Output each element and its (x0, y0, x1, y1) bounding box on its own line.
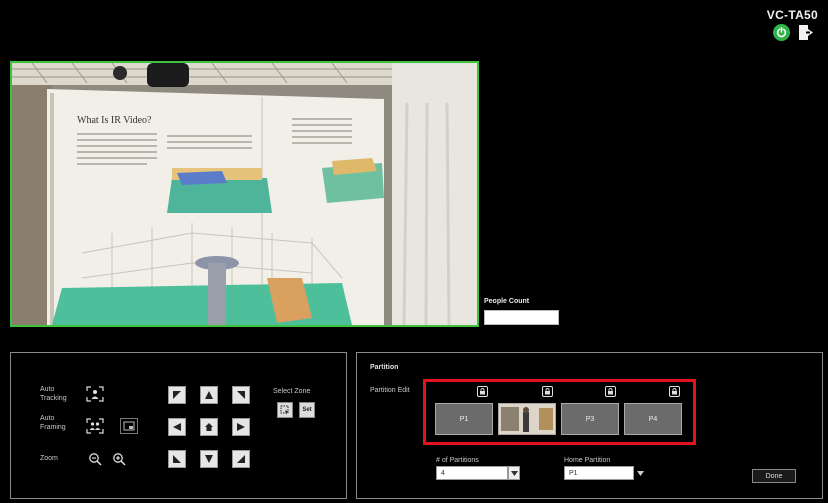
camera-video-feed: What Is IR Video? (10, 61, 479, 327)
home-button[interactable] (200, 418, 218, 436)
camera-scene-image: What Is IR Video? (12, 63, 477, 325)
auto-framing-label: Auto Framing (40, 415, 66, 431)
partition-tile[interactable]: P4 (624, 403, 682, 435)
select-zone-label: Select Zone (273, 388, 311, 395)
model-name: VC-TA50 (766, 8, 818, 22)
pan-right-button[interactable] (232, 418, 250, 436)
exit-icon[interactable] (798, 24, 814, 41)
pan-down-left-button[interactable] (168, 450, 186, 468)
partition-title: Partition (370, 364, 399, 371)
auto-tracking-label: Auto Tracking (40, 386, 67, 402)
partition-lock-icon[interactable] (605, 386, 616, 397)
zone-select-icon[interactable] (277, 402, 293, 418)
partition-lock-icon[interactable] (669, 386, 680, 397)
partition-tile[interactable] (498, 403, 556, 435)
framing-window-icon[interactable] (120, 418, 138, 434)
done-button[interactable]: Done (752, 469, 796, 483)
auto-framing-icon[interactable] (86, 418, 104, 434)
pan-left-button[interactable] (168, 418, 186, 436)
home-partition-label: Home Partition (564, 457, 611, 464)
partition-tile[interactable]: P1 (435, 403, 493, 435)
num-partitions-label: # of Partitions (436, 457, 479, 464)
partition-thumbnail-image (499, 404, 555, 434)
partition-tile[interactable]: P3 (561, 403, 619, 435)
power-icon[interactable] (773, 24, 790, 41)
svg-text:What Is IR Video?: What Is IR Video? (77, 115, 152, 126)
pan-down-right-button[interactable] (232, 450, 250, 468)
num-partitions-select[interactable]: 4 (436, 466, 508, 480)
chevron-down-icon[interactable] (508, 466, 520, 480)
people-count-field (484, 310, 559, 325)
pan-up-right-button[interactable] (232, 386, 250, 404)
people-count-label: People Count (484, 298, 530, 305)
tilt-up-button[interactable] (200, 386, 218, 404)
tilt-down-button[interactable] (200, 450, 218, 468)
zone-set-button[interactable]: Set (299, 402, 315, 418)
zoom-in-icon[interactable] (112, 452, 126, 466)
partition-lock-icon[interactable] (477, 386, 488, 397)
home-partition-select[interactable]: P1 (564, 466, 634, 480)
pan-up-left-button[interactable] (168, 386, 186, 404)
auto-tracking-icon[interactable] (86, 386, 104, 402)
partition-lock-icon[interactable] (542, 386, 553, 397)
zoom-label: Zoom (40, 455, 58, 462)
chevron-down-icon[interactable] (634, 466, 646, 480)
zoom-out-icon[interactable] (88, 452, 102, 466)
partition-edit-label: Partition Edit (370, 387, 410, 394)
